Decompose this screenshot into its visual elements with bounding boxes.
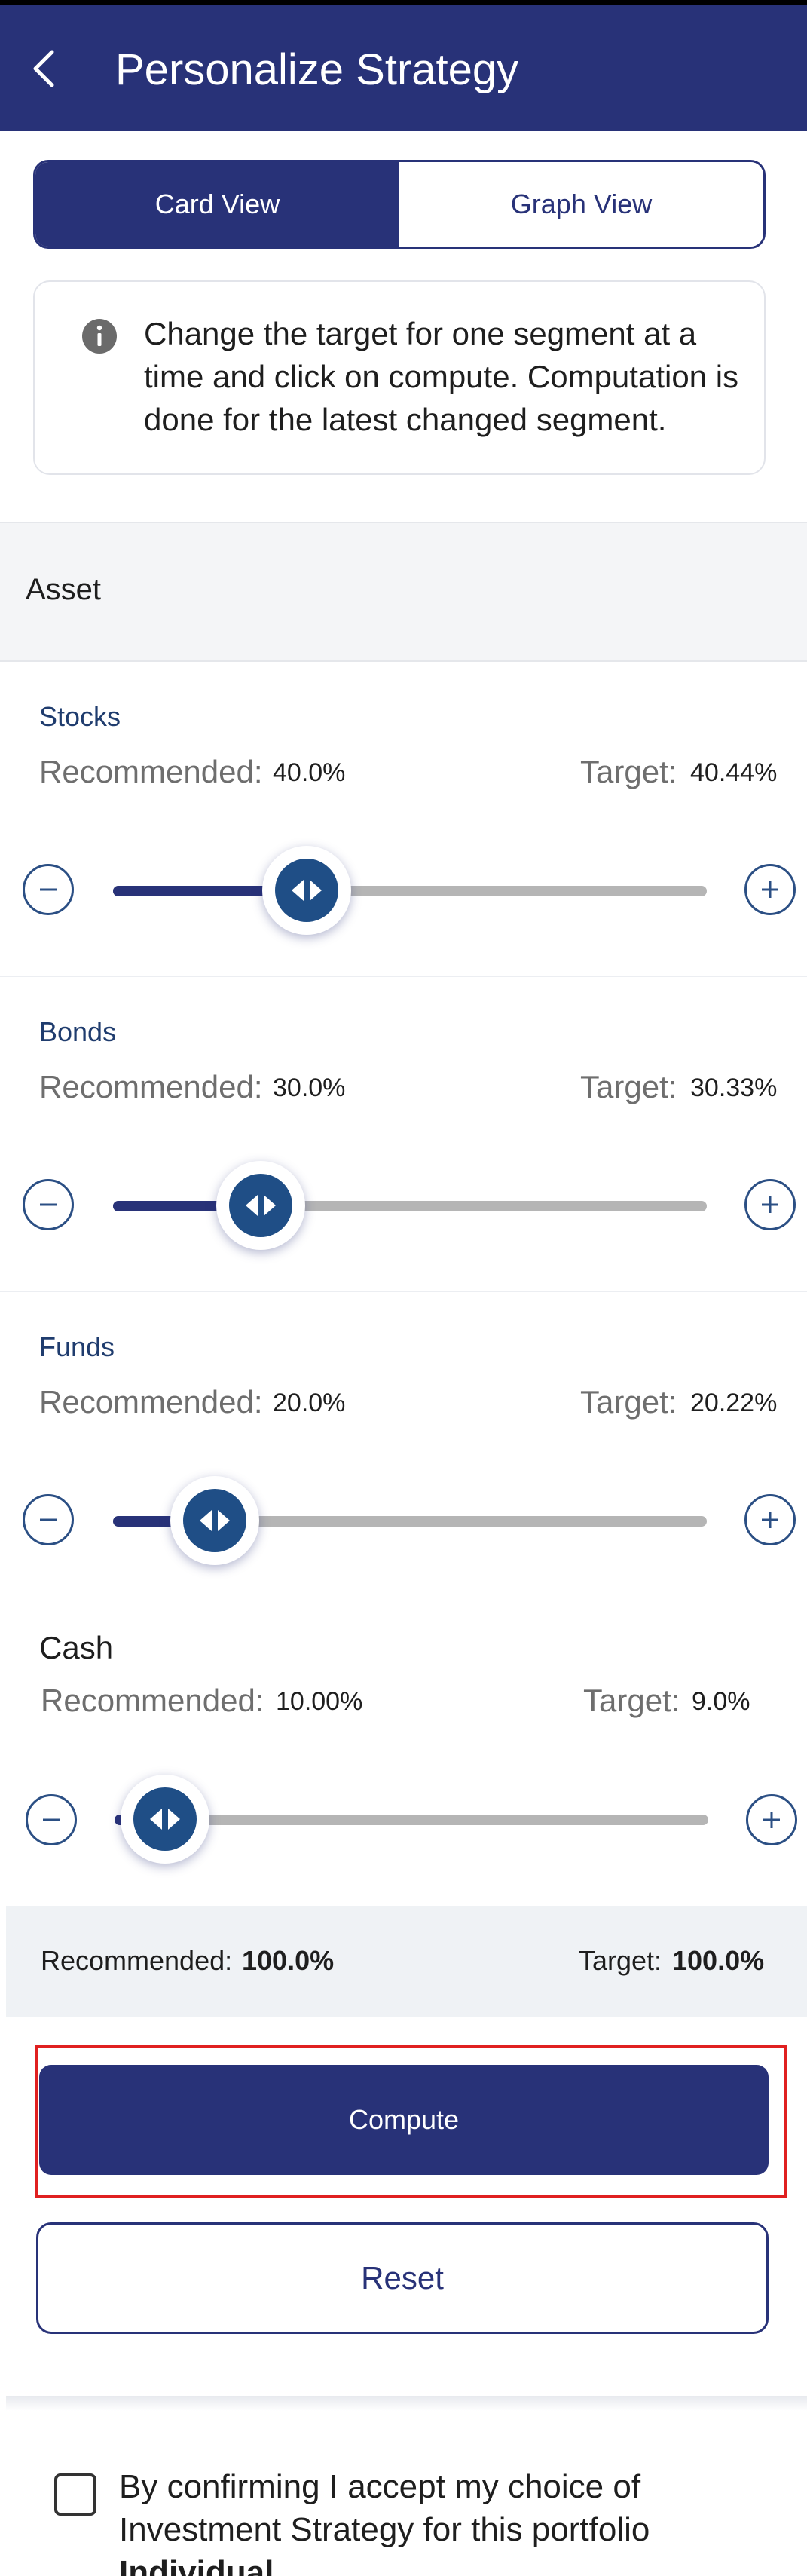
increase-button[interactable]: [744, 1179, 796, 1230]
segment-name: Funds: [39, 1331, 115, 1362]
arrows-left-right-icon: [292, 880, 322, 901]
slider-track[interactable]: [113, 1201, 707, 1211]
compute-button[interactable]: Compute: [39, 2065, 769, 2175]
info-icon: [82, 319, 117, 354]
confirm-statement: By confirming I accept my choice of Inve…: [119, 2468, 650, 2548]
plus-icon: [763, 1812, 780, 1828]
recommended-label: Recommended:: [39, 1384, 263, 1420]
increase-button[interactable]: [744, 1494, 796, 1545]
slider-handle[interactable]: [170, 1476, 259, 1565]
section-divider: [6, 2396, 807, 2411]
target-label: Target:: [580, 1069, 677, 1104]
tab-graph-view[interactable]: Graph View: [399, 162, 763, 247]
segment-funds: Funds Recommended: 20.0% Target: 20.22%: [0, 1292, 807, 1607]
recommended-value: 20.0%: [273, 1389, 346, 1417]
decrease-button[interactable]: [26, 1794, 77, 1845]
segment-bonds: Bonds Recommended: 30.0% Target: 30.33%: [0, 977, 807, 1292]
recommended-value: 30.0%: [273, 1074, 346, 1102]
arrows-left-right-icon: [150, 1809, 180, 1830]
info-note: Change the target for one segment at a t…: [33, 280, 766, 475]
minus-icon: [40, 888, 57, 891]
segment-stocks: Stocks Recommended: 40.0% Target: 40.44%: [0, 662, 807, 977]
summary-target-label: Target:: [579, 1945, 662, 1976]
plus-icon: [762, 881, 778, 898]
minus-icon: [40, 1518, 57, 1521]
slider-handle[interactable]: [216, 1161, 305, 1250]
segment-name: Cash: [39, 1630, 114, 1665]
plus-icon: [762, 1512, 778, 1528]
target-label: Target:: [583, 1683, 680, 1718]
arrows-left-right-icon: [200, 1510, 230, 1531]
decrease-button[interactable]: [23, 864, 74, 915]
target-label: Target:: [580, 1384, 677, 1420]
decrease-button[interactable]: [23, 1494, 74, 1545]
minus-icon: [40, 1203, 57, 1206]
recommended-value: 10.00%: [276, 1687, 363, 1716]
portfolio-name: Individual: [119, 2554, 274, 2576]
app-header: Personalize Strategy: [0, 5, 807, 131]
slider-track[interactable]: [113, 886, 707, 896]
summary-recommended-label: Recommended:: [41, 1945, 233, 1976]
chevron-left-icon: [33, 50, 54, 87]
segment-name: Bonds: [39, 1016, 117, 1047]
allocation-summary: Recommended: 100.0% Target: 100.0%: [6, 1906, 807, 2017]
segment-cash: Cash Recommended: 10.00% Target: 9.0%: [0, 1607, 807, 1906]
decrease-button[interactable]: [23, 1179, 74, 1230]
info-text: Change the target for one segment at a t…: [144, 316, 739, 437]
confirm-checkbox[interactable]: [54, 2473, 96, 2516]
reset-button[interactable]: Reset: [36, 2222, 769, 2334]
arrows-left-right-icon: [246, 1195, 276, 1216]
asset-section-header: Asset: [0, 522, 807, 662]
slider-handle[interactable]: [262, 846, 351, 935]
summary-target-value: 100.0%: [672, 1945, 765, 1976]
back-button[interactable]: [23, 42, 65, 95]
increase-button[interactable]: [746, 1794, 797, 1845]
increase-button[interactable]: [744, 864, 796, 915]
target-value: 9.0%: [692, 1687, 750, 1716]
target-value: 20.22%: [690, 1389, 778, 1417]
target-label: Target:: [580, 754, 677, 789]
summary-recommended-value: 100.0%: [242, 1945, 335, 1976]
recommended-label: Recommended:: [41, 1683, 264, 1718]
minus-icon: [43, 1818, 60, 1821]
slider-handle[interactable]: [121, 1775, 209, 1864]
recommended-value: 40.0%: [273, 758, 346, 787]
segment-name: Stocks: [39, 701, 121, 732]
view-toggle: Card View Graph View: [33, 160, 766, 249]
page-title: Personalize Strategy: [115, 45, 519, 94]
tab-card-view[interactable]: Card View: [35, 162, 399, 247]
target-value: 30.33%: [690, 1074, 778, 1102]
asset-label: Asset: [26, 573, 102, 606]
target-value: 40.44%: [690, 758, 778, 787]
plus-icon: [762, 1196, 778, 1213]
recommended-label: Recommended:: [39, 754, 263, 789]
recommended-label: Recommended:: [39, 1069, 263, 1104]
confirm-text: By confirming I accept my choice of Inve…: [119, 2465, 797, 2576]
